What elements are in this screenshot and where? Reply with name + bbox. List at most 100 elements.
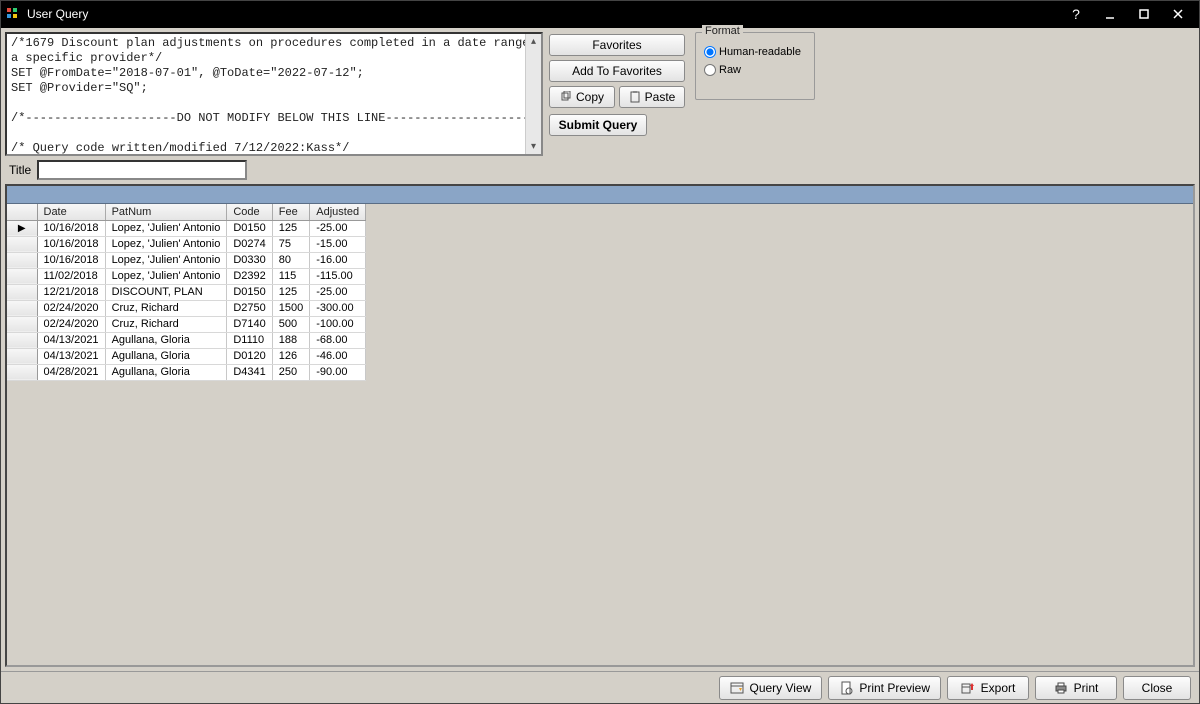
cell-date[interactable]: 10/16/2018 bbox=[37, 220, 105, 236]
cell-adj[interactable]: -16.00 bbox=[310, 252, 366, 268]
table-row[interactable]: 04/13/2021Agullana, GloriaD0120126-46.00 bbox=[7, 348, 366, 364]
cell-pat[interactable]: Cruz, Richard bbox=[105, 300, 227, 316]
scroll-up-icon[interactable]: ▴ bbox=[531, 34, 536, 49]
sql-text[interactable]: /*1679 Discount plan adjustments on proc… bbox=[7, 34, 541, 156]
export-button[interactable]: Export bbox=[947, 676, 1029, 700]
col-patnum[interactable]: PatNum bbox=[105, 204, 227, 220]
paste-button[interactable]: Paste bbox=[619, 86, 685, 108]
table-row[interactable]: 02/24/2020Cruz, RichardD7140500-100.00 bbox=[7, 316, 366, 332]
cell-fee[interactable]: 126 bbox=[272, 348, 309, 364]
col-adjusted[interactable]: Adjusted bbox=[310, 204, 366, 220]
cell-pat[interactable]: Lopez, 'Julien' Antonio bbox=[105, 252, 227, 268]
radio-raw[interactable] bbox=[704, 64, 716, 76]
cell-fee[interactable]: 250 bbox=[272, 364, 309, 380]
favorites-button[interactable]: Favorites bbox=[549, 34, 685, 56]
table-row[interactable]: 10/16/2018Lopez, 'Julien' AntonioD027475… bbox=[7, 236, 366, 252]
format-human-radio[interactable]: Human-readable bbox=[704, 43, 806, 61]
close-footer-button[interactable]: Close bbox=[1123, 676, 1191, 700]
cell-pat[interactable]: Lopez, 'Julien' Antonio bbox=[105, 220, 227, 236]
cell-adj[interactable]: -300.00 bbox=[310, 300, 366, 316]
cell-pat[interactable]: DISCOUNT, PLAN bbox=[105, 284, 227, 300]
cell-code[interactable]: D2750 bbox=[227, 300, 272, 316]
cell-code[interactable]: D0150 bbox=[227, 284, 272, 300]
table-row[interactable]: 11/02/2018Lopez, 'Julien' AntonioD239211… bbox=[7, 268, 366, 284]
row-header[interactable] bbox=[7, 236, 37, 252]
cell-adj[interactable]: -100.00 bbox=[310, 316, 366, 332]
cell-date[interactable]: 04/13/2021 bbox=[37, 332, 105, 348]
table-row[interactable]: 04/13/2021Agullana, GloriaD1110188-68.00 bbox=[7, 332, 366, 348]
cell-date[interactable]: 11/02/2018 bbox=[37, 268, 105, 284]
cell-adj[interactable]: -25.00 bbox=[310, 284, 366, 300]
cell-fee[interactable]: 1500 bbox=[272, 300, 309, 316]
close-button[interactable] bbox=[1161, 3, 1195, 25]
table-row[interactable]: 10/16/2018Lopez, 'Julien' AntonioD033080… bbox=[7, 252, 366, 268]
table-row[interactable]: 04/28/2021Agullana, GloriaD4341250-90.00 bbox=[7, 364, 366, 380]
row-header[interactable] bbox=[7, 300, 37, 316]
cell-pat[interactable]: Lopez, 'Julien' Antonio bbox=[105, 268, 227, 284]
cell-code[interactable]: D4341 bbox=[227, 364, 272, 380]
row-header[interactable] bbox=[7, 252, 37, 268]
format-raw-radio[interactable]: Raw bbox=[704, 61, 806, 79]
row-header[interactable] bbox=[7, 364, 37, 380]
cell-adj[interactable]: -68.00 bbox=[310, 332, 366, 348]
cell-pat[interactable]: Agullana, Gloria bbox=[105, 332, 227, 348]
cell-fee[interactable]: 125 bbox=[272, 284, 309, 300]
row-header[interactable] bbox=[7, 332, 37, 348]
table-row[interactable]: 12/21/2018DISCOUNT, PLAND0150125-25.00 bbox=[7, 284, 366, 300]
cell-fee[interactable]: 115 bbox=[272, 268, 309, 284]
cell-adj[interactable]: -15.00 bbox=[310, 236, 366, 252]
table-row[interactable]: ▶10/16/2018Lopez, 'Julien' AntonioD01501… bbox=[7, 220, 366, 236]
maximize-button[interactable] bbox=[1127, 3, 1161, 25]
help-button[interactable]: ? bbox=[1059, 3, 1093, 25]
cell-fee[interactable]: 188 bbox=[272, 332, 309, 348]
cell-code[interactable]: D0330 bbox=[227, 252, 272, 268]
query-view-button[interactable]: Query View bbox=[719, 676, 823, 700]
cell-date[interactable]: 02/24/2020 bbox=[37, 300, 105, 316]
cell-date[interactable]: 04/28/2021 bbox=[37, 364, 105, 380]
cell-pat[interactable]: Agullana, Gloria bbox=[105, 364, 227, 380]
scrollbar-vertical[interactable]: ▴ ▾ bbox=[525, 34, 541, 154]
cell-adj[interactable]: -90.00 bbox=[310, 364, 366, 380]
add-to-favorites-button[interactable]: Add To Favorites bbox=[549, 60, 685, 82]
cell-adj[interactable]: -25.00 bbox=[310, 220, 366, 236]
cell-pat[interactable]: Agullana, Gloria bbox=[105, 348, 227, 364]
col-date[interactable]: Date bbox=[37, 204, 105, 220]
row-header[interactable] bbox=[7, 284, 37, 300]
minimize-button[interactable] bbox=[1093, 3, 1127, 25]
table-row[interactable]: 02/24/2020Cruz, RichardD27501500-300.00 bbox=[7, 300, 366, 316]
cell-code[interactable]: D0120 bbox=[227, 348, 272, 364]
cell-fee[interactable]: 80 bbox=[272, 252, 309, 268]
cell-code[interactable]: D1110 bbox=[227, 332, 272, 348]
results-grid[interactable]: Date PatNum Code Fee Adjusted ▶10/16/201… bbox=[7, 204, 366, 381]
scroll-down-icon[interactable]: ▾ bbox=[531, 139, 536, 154]
title-input[interactable] bbox=[37, 160, 247, 180]
cell-date[interactable]: 10/16/2018 bbox=[37, 236, 105, 252]
print-preview-button[interactable]: Print Preview bbox=[828, 676, 941, 700]
submit-query-button[interactable]: Submit Query bbox=[549, 114, 647, 136]
cell-fee[interactable]: 500 bbox=[272, 316, 309, 332]
cell-code[interactable]: D0274 bbox=[227, 236, 272, 252]
cell-pat[interactable]: Cruz, Richard bbox=[105, 316, 227, 332]
cell-fee[interactable]: 125 bbox=[272, 220, 309, 236]
row-header[interactable] bbox=[7, 316, 37, 332]
radio-human[interactable] bbox=[704, 46, 716, 58]
row-header[interactable] bbox=[7, 268, 37, 284]
cell-date[interactable]: 02/24/2020 bbox=[37, 316, 105, 332]
cell-adj[interactable]: -115.00 bbox=[310, 268, 366, 284]
cell-adj[interactable]: -46.00 bbox=[310, 348, 366, 364]
cell-date[interactable]: 12/21/2018 bbox=[37, 284, 105, 300]
col-code[interactable]: Code bbox=[227, 204, 272, 220]
print-button[interactable]: Print bbox=[1035, 676, 1117, 700]
cell-code[interactable]: D2392 bbox=[227, 268, 272, 284]
cell-code[interactable]: D7140 bbox=[227, 316, 272, 332]
row-header[interactable]: ▶ bbox=[7, 220, 37, 236]
row-header[interactable] bbox=[7, 348, 37, 364]
cell-fee[interactable]: 75 bbox=[272, 236, 309, 252]
sql-editor[interactable]: /*1679 Discount plan adjustments on proc… bbox=[5, 32, 543, 156]
copy-button[interactable]: Copy bbox=[549, 86, 615, 108]
cell-pat[interactable]: Lopez, 'Julien' Antonio bbox=[105, 236, 227, 252]
col-fee[interactable]: Fee bbox=[272, 204, 309, 220]
cell-code[interactable]: D0150 bbox=[227, 220, 272, 236]
cell-date[interactable]: 10/16/2018 bbox=[37, 252, 105, 268]
cell-date[interactable]: 04/13/2021 bbox=[37, 348, 105, 364]
